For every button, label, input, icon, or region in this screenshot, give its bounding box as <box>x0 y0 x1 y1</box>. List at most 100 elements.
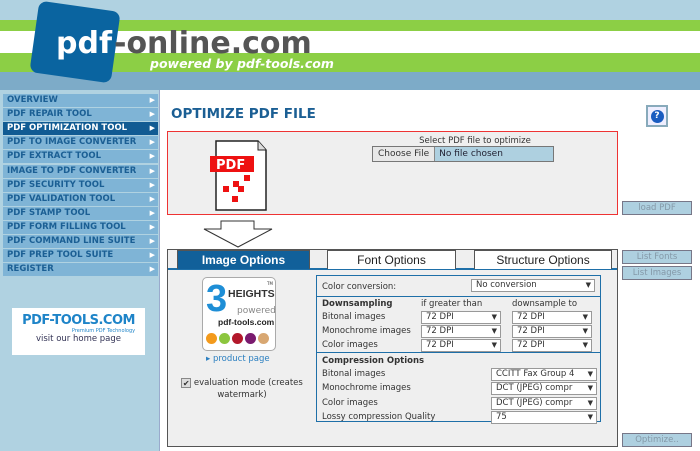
logo-dots <box>206 333 269 344</box>
color-dot <box>219 333 230 344</box>
image-options-form: Color conversion: No conversion ▼ Downsam… <box>316 275 601 424</box>
downsampling-target-select[interactable]: 72 DPI ▼ <box>512 325 592 338</box>
color-dot <box>232 333 243 344</box>
sidebar-item[interactable]: PDF COMMAND LINE SUITE ▶ <box>3 235 158 248</box>
chevron-right-icon: ▶ <box>149 110 155 119</box>
downsampling-row-label: Color images <box>322 340 378 350</box>
evaluation-option: ✔ evaluation mode (creates watermark) <box>176 377 308 401</box>
sidebar-item[interactable]: PDF SECURITY TOOL ▶ <box>3 178 158 192</box>
logo-number: 3 <box>206 278 228 320</box>
tagline: powered by pdf-tools.com <box>150 56 334 71</box>
product-page-link[interactable]: ▸ product page <box>206 354 270 364</box>
sidebar-item[interactable]: PDF STAMP TOOL ▶ <box>3 206 158 220</box>
sidebar-item[interactable]: PDF VALIDATION TOOL ▶ <box>3 192 158 206</box>
pdf-icon-label: PDF <box>216 158 245 173</box>
sidebar: OVERVIEW ▶ PDF REPAIR TOOL ▶ PDF OPTIMIZATIO… <box>0 90 160 451</box>
choose-file-button[interactable]: Choose File <box>373 147 436 161</box>
compression-title: Compression Options <box>322 356 425 366</box>
chevron-right-icon: ▶ <box>149 237 155 245</box>
color-dot <box>206 333 217 344</box>
downsampling-threshold-select[interactable]: 72 DPI ▼ <box>421 339 501 352</box>
downsampling-target-select[interactable]: 72 DPI ▼ <box>512 339 592 352</box>
downsampling-col2: downsample to <box>512 299 578 309</box>
chevron-right-icon: ▶ <box>149 194 155 203</box>
color-dot <box>258 333 269 344</box>
home-page-link[interactable]: visit our home page <box>12 334 145 344</box>
sidebar-item-label: PDF REPAIR TOOL <box>7 109 92 120</box>
sidebar-item[interactable]: REGISTER ▶ <box>3 263 158 277</box>
list-fonts-button[interactable]: List Fonts <box>622 250 692 264</box>
sidebar-item[interactable]: PDF FORM FILLING TOOL ▶ <box>3 220 158 234</box>
sidebar-item-label: PDF FORM FILLING TOOL <box>7 221 126 232</box>
list-images-button[interactable]: List Images <box>622 266 692 280</box>
chevron-right-icon: ▶ <box>149 208 155 217</box>
logo-text[interactable]: pdf <box>56 26 112 61</box>
sidebar-item-label: PDF OPTIMIZATION TOOL <box>7 123 128 134</box>
ad-logo: PDF-TOOLS.COM <box>22 313 135 328</box>
sidebar-item-label: PDF STAMP TOOL <box>7 207 91 218</box>
downsampling-threshold-select[interactable]: 72 DPI ▼ <box>421 311 501 324</box>
downsampling-target-select[interactable]: 72 DPI ▼ <box>512 311 592 324</box>
pdf-file-icon: PDF <box>210 140 267 211</box>
chevron-right-icon: ▶ <box>149 180 155 189</box>
sidebar-item-label: OVERVIEW <box>7 95 58 105</box>
pdf-tools-ad[interactable]: PDF-TOOLS.COM Premium PDF Technology vis… <box>12 308 145 355</box>
chevron-right-icon: ▶ <box>149 138 155 147</box>
logo-powered: powered <box>237 306 276 316</box>
down-arrow-icon <box>203 220 273 248</box>
sidebar-item-label: PDF VALIDATION TOOL <box>7 193 116 204</box>
downsampling-row-label: Monochrome images <box>322 326 411 336</box>
chevron-right-icon: ▶ <box>149 251 155 260</box>
file-input-value: No file chosen <box>439 149 503 159</box>
sidebar-item[interactable]: PDF EXTRACT TOOL ▶ <box>3 150 158 164</box>
product-page-link-text: product page <box>212 354 270 364</box>
chevron-right-icon: ▶ <box>149 152 155 161</box>
tab-font-options[interactable]: Font Options <box>327 250 456 269</box>
evaluation-checkbox[interactable]: ✔ <box>181 377 192 388</box>
compression-select[interactable]: DCT (JPEG) compr ▼ <box>491 382 597 396</box>
sidebar-item[interactable]: PDF REPAIR TOOL ▶ <box>3 108 158 122</box>
sidebar-item-label: REGISTER <box>7 264 54 275</box>
downsampling-col1: if greater than <box>421 299 483 309</box>
downsampling-threshold-select[interactable]: 72 DPI ▼ <box>421 325 501 338</box>
sidebar-item[interactable]: PDF TO IMAGE CONVERTER ▶ <box>3 136 158 150</box>
compression-row-label: Monochrome images <box>322 383 411 394</box>
logo-tm: TM <box>267 281 273 286</box>
color-conversion-select[interactable]: No conversion ▼ <box>471 279 595 292</box>
chevron-right-icon: ▶ <box>149 124 155 133</box>
sidebar-item-label: PDF EXTRACT TOOL <box>7 151 101 162</box>
sidebar-item-label: IMAGE TO PDF CONVERTER <box>7 165 137 176</box>
sidebar-item[interactable]: PDF PREP TOOL SUITE ▶ <box>3 249 158 263</box>
optimize-button[interactable]: Optimize.. <box>622 433 692 447</box>
chevron-right-icon: ▶ <box>149 96 155 104</box>
compression-row-label: Lossy compression Quality <box>322 411 436 422</box>
sidebar-item-label: PDF PREP TOOL SUITE <box>7 250 114 261</box>
compression-select[interactable]: 75 ▼ <box>491 410 597 424</box>
upload-area: PDF <box>167 131 618 215</box>
sidebar-item[interactable]: PDF OPTIMIZATION TOOL ▶ <box>3 122 158 136</box>
sidebar-item-label: PDF SECURITY TOOL <box>7 179 105 190</box>
compression-row-label: Color images <box>322 397 378 408</box>
compression-select[interactable]: CCITT Fax Group 4 ▼ <box>491 368 597 381</box>
tab-structure-options[interactable]: Structure Options <box>474 250 612 269</box>
sidebar-item[interactable]: IMAGE TO PDF CONVERTER ▶ <box>3 164 158 178</box>
3-heights-logo: 3 HEIGHTS TM powered pdf-tools.com <box>202 277 276 351</box>
evaluation-label: evaluation mode (creates watermark) <box>193 378 303 400</box>
question-icon: ? <box>650 109 664 123</box>
load-pdf-button[interactable]: load PDF <box>622 201 692 215</box>
help-button[interactable]: ? <box>646 105 668 127</box>
sidebar-item[interactable]: OVERVIEW ▶ <box>3 94 158 107</box>
chevron-right-icon: ▶ <box>149 166 155 175</box>
file-input[interactable]: Choose File No file chosen <box>372 146 554 162</box>
color-conversion-label: Color conversion: <box>322 282 397 292</box>
sidebar-item-label: PDF TO IMAGE CONVERTER <box>7 137 137 148</box>
site-header: pdf -online.com powered by pdf-tools.com <box>0 0 700 90</box>
tab-image-options[interactable]: Image Options <box>177 250 310 269</box>
logo-site: pdf-tools.com <box>218 317 275 327</box>
compression-row-label: Bitonal images <box>322 369 386 379</box>
downsampling-title: Downsampling <box>322 299 393 309</box>
sidebar-item-label: PDF COMMAND LINE SUITE <box>7 236 136 246</box>
compression-select[interactable]: DCT (JPEG) compr ▼ <box>491 396 597 410</box>
upload-label: Select PDF file to optimize <box>419 136 531 146</box>
chevron-right-icon: ▶ <box>149 222 155 231</box>
